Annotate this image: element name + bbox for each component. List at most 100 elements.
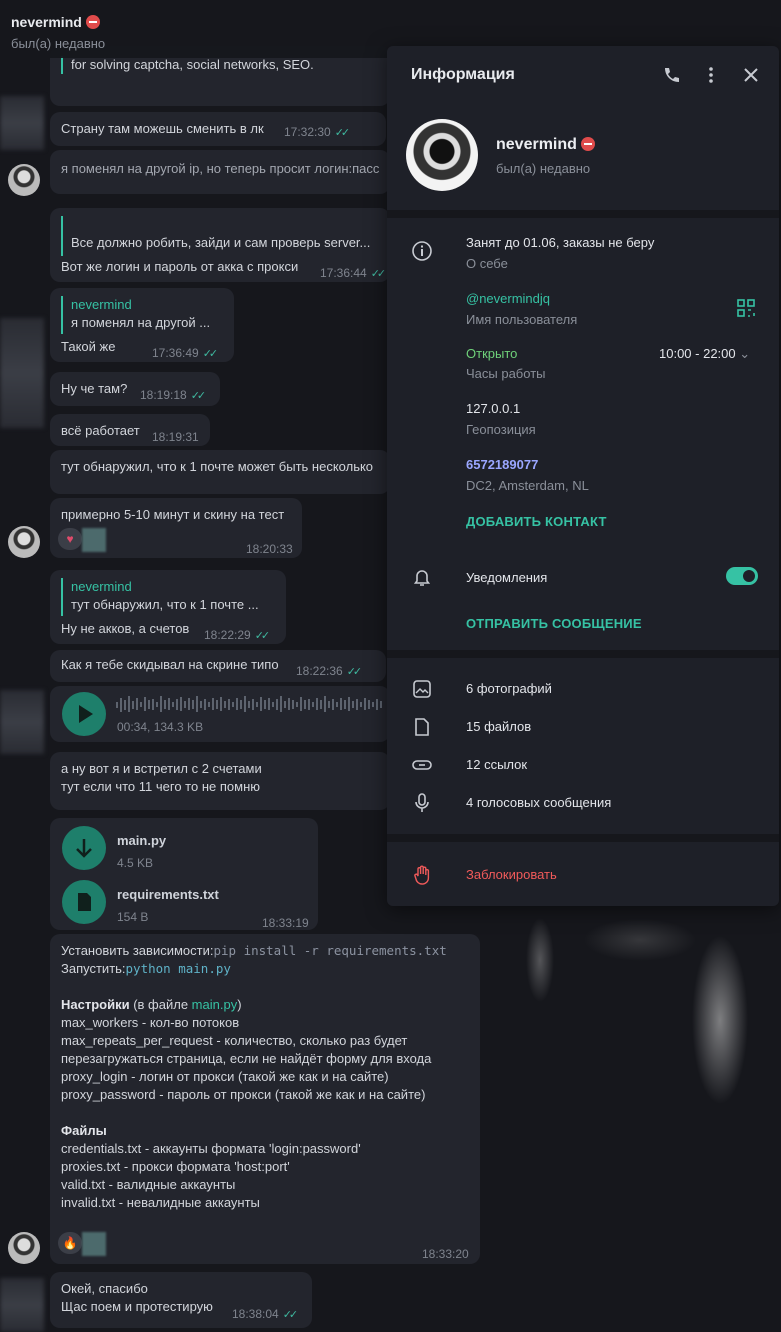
reply-quote[interactable]: nevermind я поменял на другой ... [61,296,210,334]
quote-author: nevermind [71,297,132,312]
shared-voice[interactable]: 4 голосовых сообщения [466,795,611,810]
hours-range[interactable]: 10:00 - 22:00 ⌄ [659,346,750,362]
profile-status: был(а) недавно [496,161,591,176]
close-icon[interactable] [741,65,761,85]
notifications-toggle[interactable] [726,567,758,585]
voice-duration: 00:34, 134.3 KB [117,720,204,734]
shared-files[interactable]: 15 файлов [466,719,531,734]
message[interactable]: а ну вот я и встретил с 2 счетами тут ес… [50,752,390,810]
message-time: 18:19:31 [152,430,199,444]
heart-icon: ♥ [58,528,82,551]
hours-label: Часы работы [466,366,546,381]
file-icon [78,893,91,911]
separator [387,834,779,842]
avatar[interactable] [8,164,40,196]
message[interactable]: nevermind я поменял на другой ... Такой … [50,288,234,362]
quote-text: тут обнаружил, что к 1 почте ... [71,597,259,612]
message-text: а ну вот я и встретил с 2 счетами [61,761,262,776]
message-text: тут обнаружил, что к 1 почте может быть … [61,459,374,474]
blurred-image [0,96,44,150]
message-time: 17:36:49 ✓✓ [152,346,218,360]
message[interactable]: тут обнаружил, что к 1 почте может быть … [50,450,390,494]
file-name[interactable]: requirements.txt [117,886,219,904]
reply-quote[interactable]: nevermind тут обнаружил, что к 1 почте .… [61,578,259,616]
more-icon[interactable] [701,65,721,85]
message-text: всё работает [61,423,140,438]
file-button[interactable] [62,880,106,924]
reaction[interactable]: 🔥 [58,1232,106,1256]
message-text: for solving captcha, social networks, SE… [61,56,314,74]
background-art [480,880,781,1332]
profile-avatar[interactable] [406,119,478,191]
link-icon [412,760,432,770]
stop-icon [580,137,595,151]
message-text: Ну че там? [61,381,128,396]
shared-links[interactable]: 12 ссылок [466,757,527,772]
message-time: 18:33:20 [422,1247,469,1261]
fire-icon: 🔥 [58,1232,82,1255]
message[interactable]: всё работает 18:19:31 [50,414,210,446]
file-size: 154 B [117,910,149,924]
file-icon [415,718,429,736]
chat-status: был(а) недавно [11,36,106,51]
shared-photos[interactable]: 6 фотографий [466,681,552,696]
message-text: тут если что 11 чего то не помню [61,779,260,794]
send-message-button[interactable]: ОТПРАВИТЬ СООБЩЕНИЕ [466,616,642,631]
message-time: 17:32:30 ✓✓ [284,125,350,139]
message[interactable]: Как я тебе скидывал на скрине типо 18:22… [50,650,386,682]
notifications-label: Уведомления [466,570,548,585]
geo-value: 127.0.0.1 [466,401,521,416]
bio-text: Занят до 01.06, заказы не беру [466,235,655,250]
message[interactable]: примерно 5-10 минут и скину на тест ♥ 18… [50,498,302,558]
reaction[interactable]: ♥ [58,528,106,552]
blurred-image [0,318,44,428]
hand-stop-icon [414,865,430,885]
reply-quote[interactable]: Все должно робить, зайди и сам проверь s… [61,216,381,256]
message-text: я поменял на другой ip, но теперь просит… [61,161,380,176]
username-link[interactable]: @nevermindjq [466,291,550,306]
message[interactable]: Страну там можешь сменить в лк 17:32:30 ✓… [50,112,386,146]
avatar[interactable] [8,1232,40,1264]
message[interactable]: я поменял на другой ip, но теперь просит… [50,150,390,194]
add-contact-button[interactable]: ДОБАВИТЬ КОНТАКТ [466,514,607,529]
photo-icon [413,680,431,698]
download-icon [76,839,92,858]
bell-icon [413,570,431,586]
file-message[interactable]: main.py 4.5 KB requirements.txt 154 B 18… [50,818,318,930]
play-button[interactable] [62,692,106,736]
phone-icon[interactable] [661,65,681,85]
voice-message[interactable]: 00:34, 134.3 KB [50,686,390,742]
message-time: 18:33:19 [262,916,309,930]
info-panel: Информация nevermind был(а) недавно Заня… [387,46,779,906]
block-button[interactable]: Заблокировать [466,867,557,882]
message-text: Окей, спасибо [61,1281,148,1296]
avatar[interactable] [8,526,40,558]
message[interactable]: Окей, спасибо Щас поем и протестирую 18:… [50,1272,312,1328]
phone-datacenter: DC2, Amsterdam, NL [466,478,589,493]
phone-number[interactable]: 6572189077 [466,457,538,472]
download-button[interactable] [62,826,106,870]
separator [387,210,779,218]
waveform[interactable] [116,694,386,714]
reaction-avatar [82,528,106,552]
message-time: 18:22:36 ✓✓ [296,664,362,678]
qr-code-icon[interactable] [737,299,755,317]
geo-label: Геопозиция [466,422,536,437]
message-text: Такой же [61,339,116,354]
message-text: Страну там можешь сменить в лк [61,121,264,136]
file-name[interactable]: main.py [117,832,166,850]
quote-text: я поменял на другой ... [71,315,211,330]
message[interactable]: Ну че там? 18:19:18 ✓✓ [50,372,220,406]
bio-label: О себе [466,256,508,271]
message-time: 18:22:29 ✓✓ [204,628,270,642]
message-time: 17:36:44 ✓✓ [320,266,386,280]
username-label: Имя пользователя [466,312,578,327]
message[interactable]: Все должно робить, зайди и сам проверь s… [50,208,390,282]
message[interactable]: Установить зависимости:pip install -r re… [50,934,480,1264]
chevron-down-icon: ⌄ [739,346,751,361]
message[interactable]: nevermind тут обнаружил, что к 1 почте .… [50,570,286,644]
profile-name: nevermind [496,136,595,154]
separator [387,650,779,658]
quote-author: nevermind [71,579,132,594]
message-text: Как я тебе скидывал на скрине типо [61,657,279,672]
